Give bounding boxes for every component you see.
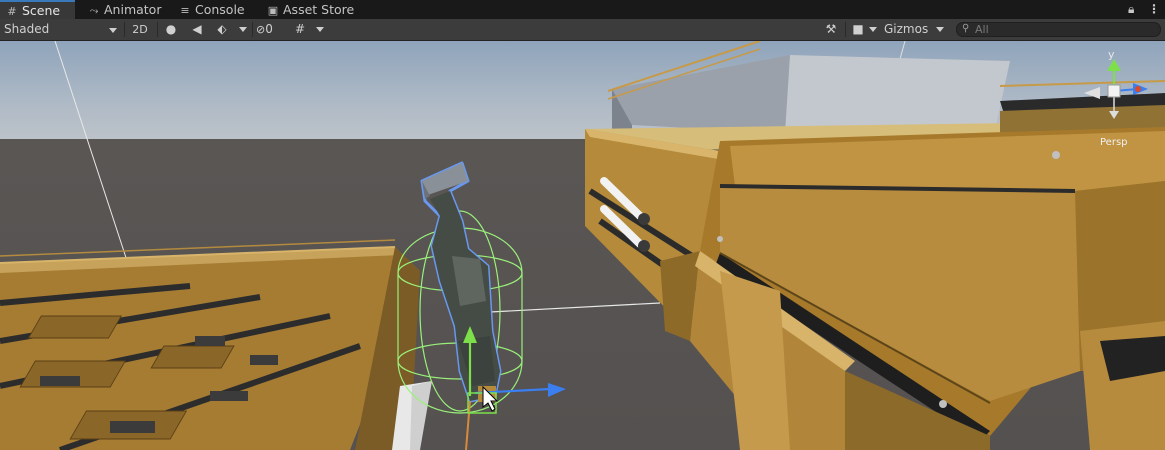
draw-mode-value: Shaded	[4, 22, 50, 36]
tab-animator[interactable]: ⤳ Animator	[82, 0, 170, 19]
toggle-2d-button[interactable]: 2D	[128, 20, 152, 39]
tab-asset-store[interactable]: ▣ Asset Store	[261, 0, 361, 19]
camera-chevron-down-icon[interactable]	[869, 27, 877, 32]
tab-asset-store-label: Asset Store	[283, 2, 355, 17]
camera-button[interactable]: ■	[850, 20, 866, 39]
scene-search-input[interactable]: ⚲ All	[956, 22, 1161, 37]
gizmos-chevron-down-icon[interactable]	[936, 27, 944, 32]
left-platform[interactable]	[0, 239, 432, 450]
gizmos-button[interactable]: Gizmos	[884, 20, 930, 39]
tools-icon: ⚒	[825, 22, 837, 36]
scene-visibility-toggle[interactable]: ⊘0	[256, 20, 286, 39]
toolbar-divider	[124, 22, 125, 37]
lock-icon[interactable]: 🔒︎	[1128, 2, 1134, 17]
camera-icon: ■	[852, 22, 864, 36]
chevron-down-icon	[109, 28, 117, 33]
tab-console-label: Console	[195, 2, 245, 17]
tab-animator-label: Animator	[104, 2, 162, 17]
shopping-bag-icon: ▣	[267, 4, 279, 17]
tab-scene[interactable]: # Scene	[0, 0, 75, 19]
search-icon: ⚲	[962, 23, 970, 34]
tools-button[interactable]: ⚒	[822, 20, 840, 39]
search-placeholder: All	[975, 23, 989, 36]
toggle-2d-label: 2D	[132, 23, 148, 36]
tab-console[interactable]: ≡ Console	[173, 0, 251, 19]
layers-icon: ⬖	[217, 22, 227, 36]
audio-toggle[interactable]: ◀	[188, 20, 206, 39]
grid-chevron-down-icon[interactable]	[316, 27, 324, 32]
lighting-toggle[interactable]: ●	[163, 20, 179, 39]
scene-viewport[interactable]: y Persp	[0, 41, 1165, 450]
lightbulb-icon: ●	[165, 22, 177, 36]
editor-tab-bar: # Scene ⤳ Animator ≡ Console ▣ Asset Store 🔒…	[0, 0, 1165, 20]
toolbar-divider	[252, 22, 253, 37]
gizmo-axis-label: y	[1108, 48, 1115, 61]
animator-icon: ⤳	[89, 4, 99, 17]
eye-slash-icon: ⊘	[256, 23, 266, 36]
speaker-icon: ◀	[192, 22, 202, 36]
draw-mode-dropdown[interactable]: Shaded	[4, 20, 120, 39]
kebab-menu-icon[interactable]: ⋮	[1148, 2, 1160, 16]
grid-snap-icon: #	[294, 22, 306, 36]
toolbar-divider	[157, 22, 158, 37]
grid-icon: #	[7, 5, 17, 18]
grid-toggle[interactable]: #	[290, 20, 310, 39]
tab-scene-label: Scene	[22, 3, 61, 18]
toolbar-divider	[845, 22, 846, 37]
effects-chevron-down-icon[interactable]	[239, 27, 247, 32]
projection-label[interactable]: Persp	[1100, 137, 1128, 148]
console-icon: ≡	[180, 4, 190, 17]
hidden-count: 0	[265, 22, 273, 36]
gizmos-label: Gizmos	[884, 22, 929, 36]
effects-toggle[interactable]: ⬖	[212, 20, 232, 39]
